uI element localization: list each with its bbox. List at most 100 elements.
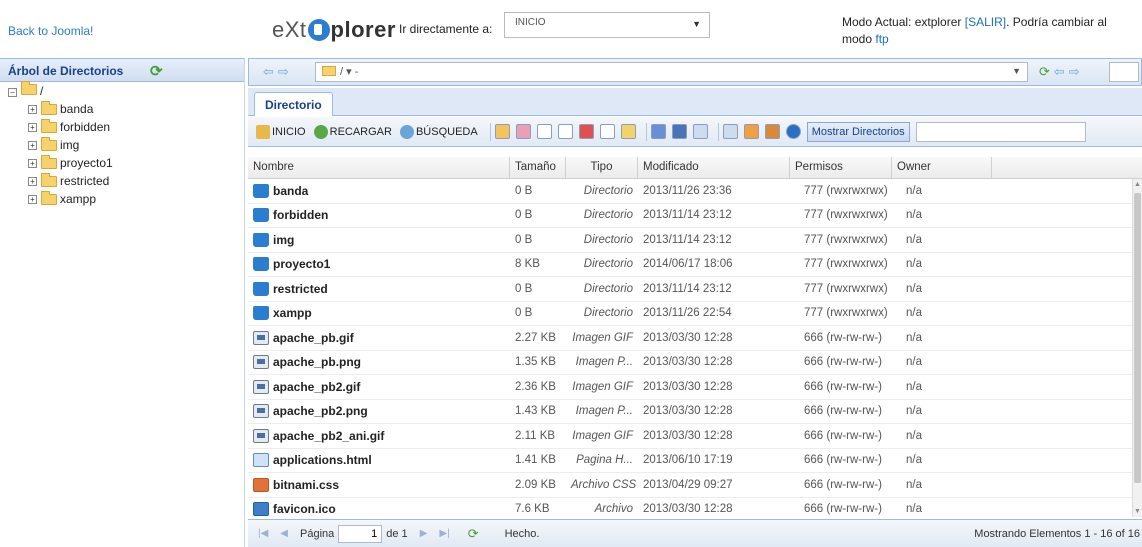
upload-icon[interactable]: [722, 124, 738, 139]
column-header-name[interactable]: Nombre: [248, 157, 510, 178]
table-row[interactable]: restricted 0 B Directorio 2013/11/14 23:12 7…: [248, 277, 1132, 302]
column-header-size[interactable]: Tamaño: [510, 157, 566, 178]
move-icon[interactable]: [557, 124, 573, 139]
file-name: proyecto1: [273, 257, 331, 272]
grid-scrollbar[interactable]: ▲ ▼: [1132, 179, 1142, 517]
expand-icon[interactable]: +: [28, 104, 37, 114]
archive-icon[interactable]: [671, 124, 687, 139]
logo-prefix: eXt: [272, 17, 307, 42]
column-header-permissions[interactable]: Permisos: [790, 157, 892, 178]
edit-icon[interactable]: [515, 124, 531, 139]
settings-icon[interactable]: [764, 124, 780, 139]
next-page-icon[interactable]: ▶: [420, 528, 428, 539]
table-row[interactable]: xampp 0 B Directorio 2013/11/26 22:54 777 (r…: [248, 302, 1132, 326]
expand-icon[interactable]: +: [28, 140, 37, 150]
first-page-icon[interactable]: |◀: [258, 528, 268, 539]
reload-icon[interactable]: ⟳: [1039, 64, 1054, 79]
back-to-joomla-link[interactable]: Back to Joomla!: [8, 24, 93, 38]
tree-item-proyecto1[interactable]: + proyecto1: [0, 154, 244, 172]
column-header-type[interactable]: Tipo: [566, 157, 638, 178]
file-name-cell: xampp: [248, 306, 510, 321]
column-header-modified[interactable]: Modificado: [638, 157, 790, 178]
file-permissions-cell: 777 (rwxrwxrwx): [804, 258, 888, 271]
secondary-path-field[interactable]: [1109, 62, 1139, 82]
file-permissions-cell: 666 (rw-rw-rw-): [804, 429, 882, 442]
expand-icon[interactable]: +: [28, 122, 37, 132]
table-row[interactable]: applications.html 1.41 KB Pagina H... 2013/…: [248, 449, 1132, 473]
tree-item-label: forbidden: [60, 120, 111, 134]
file-permissions-cell: 777 (rwxrwxrwx): [804, 307, 888, 320]
prev-page-icon[interactable]: ◀: [280, 528, 288, 539]
table-row[interactable]: img 0 B Directorio 2013/11/14 23:12 777 (rwx…: [248, 228, 1132, 253]
tree-item-img[interactable]: + img: [0, 136, 244, 154]
file-type-cell: Directorio: [583, 233, 633, 246]
table-row[interactable]: favicon.ico 7.6 KB Archivo 2013/03/30 12:28…: [248, 498, 1132, 518]
file-name-cell: apache_pb2.gif: [248, 379, 510, 394]
refresh-icon[interactable]: ⟳: [150, 62, 163, 80]
reload-button[interactable]: RECARGAR: [313, 124, 392, 139]
scroll-thumb[interactable]: [1134, 193, 1141, 483]
last-page-icon[interactable]: ▶|: [439, 528, 449, 539]
tree-item-restricted[interactable]: + restricted: [0, 172, 244, 190]
file-name: banda: [273, 183, 309, 198]
folder-icon: [41, 136, 57, 151]
rename-icon[interactable]: [599, 124, 615, 139]
tree-item-label: img: [60, 138, 80, 152]
show-directories-button[interactable]: Mostrar Directorios: [806, 121, 910, 142]
tree-item-xampp[interactable]: + xampp: [0, 190, 244, 208]
search-button[interactable]: BÚSQUEDA: [399, 124, 478, 139]
column-header-owner[interactable]: Owner: [892, 157, 992, 178]
file-name-cell: banda: [248, 183, 510, 198]
chmod-icon[interactable]: [620, 124, 636, 139]
expand-icon[interactable]: +: [28, 176, 37, 186]
file-size-cell: 1.35 KB: [515, 356, 556, 369]
filter-input[interactable]: [915, 121, 1086, 142]
table-row[interactable]: proyecto1 8 KB Directorio 2014/06/17 18:06 7…: [248, 253, 1132, 277]
nav-right-controls[interactable]: ⟳⇦⇨: [1039, 64, 1084, 80]
extract-icon[interactable]: [743, 124, 759, 139]
file-size-cell: 2.11 KB: [515, 429, 556, 442]
download-icon[interactable]: [692, 124, 708, 139]
table-row[interactable]: apache_pb2.png 1.43 KB Imagen P... 2013/03/…: [248, 400, 1132, 424]
collapse-icon[interactable]: −: [8, 88, 17, 97]
logout-link[interactable]: [SALIR]: [965, 15, 1006, 29]
view-icon[interactable]: [650, 124, 666, 139]
copy-icon[interactable]: [536, 124, 552, 139]
back-forward-icon[interactable]: ⇦⇨: [263, 64, 293, 80]
table-row[interactable]: apache_pb2_ani.gif 2.11 KB Imagen GIF 2013/…: [248, 424, 1132, 449]
page-input[interactable]: [338, 524, 383, 543]
ftp-mode-link[interactable]: ftp: [875, 32, 888, 46]
mode-prefix: Modo Actual: extplorer: [842, 15, 965, 29]
file-size-cell: 8 KB: [515, 258, 540, 271]
path-field[interactable]: / ▾ - ▼: [315, 62, 1028, 82]
refresh-icon[interactable]: ⟳: [468, 526, 479, 542]
chevron-down-icon[interactable]: ▼: [1012, 66, 1021, 76]
tree-item-forbidden[interactable]: + forbidden: [0, 118, 244, 136]
help-icon[interactable]: [785, 124, 801, 139]
tree-item-banda[interactable]: + banda: [0, 100, 244, 118]
file-modified-cell: 2013/03/30 12:28: [643, 503, 733, 516]
table-row[interactable]: banda 0 B Directorio 2013/11/26 23:36 777 (r…: [248, 179, 1132, 204]
table-row[interactable]: forbidden 0 B Directorio 2013/11/14 23:12 77…: [248, 204, 1132, 228]
table-row[interactable]: apache_pb.png 1.35 KB Imagen P... 2013/03/3…: [248, 351, 1132, 375]
table-row[interactable]: apache_pb.gif 2.27 KB Imagen GIF 2013/03/30…: [248, 326, 1132, 351]
file-name: img: [273, 232, 295, 247]
folder-icon: [253, 232, 269, 247]
scroll-up-icon[interactable]: ▲: [1134, 181, 1141, 188]
tree-root[interactable]: − /: [0, 81, 244, 100]
table-row[interactable]: bitnami.css 2.09 KB Archivo CSS 2013/04/29 …: [248, 473, 1132, 498]
table-row[interactable]: apache_pb2.gif 2.36 KB Imagen GIF 2013/03/3…: [248, 375, 1132, 400]
file-name-cell: apache_pb.png: [248, 355, 510, 370]
goto-select[interactable]: INICIO ▼: [504, 12, 710, 38]
expand-icon[interactable]: +: [28, 194, 37, 204]
delete-icon[interactable]: [578, 124, 594, 139]
file-modified-cell: 2013/04/29 09:27: [643, 478, 733, 491]
expand-icon[interactable]: +: [28, 158, 37, 168]
home-button[interactable]: INICIO: [256, 124, 306, 139]
scroll-down-icon[interactable]: ▼: [1134, 508, 1141, 515]
tab-directorio[interactable]: Directorio: [254, 92, 333, 116]
file-modified-cell: 2013/11/14 23:12: [643, 233, 732, 246]
new-file-icon[interactable]: [494, 124, 510, 139]
folder-icon: [253, 281, 269, 296]
file-owner-cell: n/a: [906, 478, 922, 491]
